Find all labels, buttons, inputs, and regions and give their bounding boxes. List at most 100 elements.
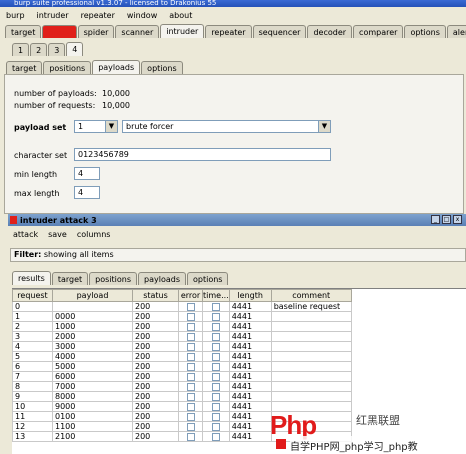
results-tab-payloads[interactable]: payloads [138,272,186,285]
menu-about[interactable]: about [163,11,198,20]
error-checkbox[interactable] [178,341,203,352]
intruder-tab-options[interactable]: options [141,61,183,74]
tab-alerts[interactable]: alerts [446,25,466,38]
column-header[interactable]: request [12,289,53,302]
checkbox[interactable] [186,392,195,401]
error-checkbox[interactable] [178,401,203,412]
checkbox[interactable] [186,432,195,441]
tab-spider[interactable]: spider [77,25,115,38]
table-row[interactable]: 8 7000 200 4441 [12,381,352,392]
intruder-tab-payloads[interactable]: payloads [92,60,141,74]
results-tab-target[interactable]: target [51,272,89,285]
checkbox[interactable] [211,402,220,411]
chevron-down-icon[interactable]: ▼ [318,121,330,132]
checkbox[interactable] [186,352,195,361]
attack-tab-4[interactable]: 4 [66,42,84,56]
checkbox[interactable] [211,342,220,351]
table-row[interactable]: 5 4000 200 4441 [12,351,352,362]
checkbox[interactable] [211,322,220,331]
table-row[interactable]: 9 8000 200 4441 [12,391,352,402]
table-row[interactable]: 6 5000 200 4441 [12,361,352,372]
error-checkbox[interactable] [178,321,203,332]
checkbox[interactable] [186,372,195,381]
timeout-checkbox[interactable] [202,341,230,352]
max-length-field[interactable]: 4 [74,186,100,199]
checkbox[interactable] [186,322,195,331]
timeout-checkbox[interactable] [202,361,230,372]
tab-target[interactable]: target [5,25,42,38]
min-length-field[interactable]: 4 [74,167,100,180]
intruder-tab-target[interactable]: target [6,61,43,74]
timeout-checkbox[interactable] [202,311,230,322]
column-header[interactable]: length [228,289,272,302]
tab-sequencer[interactable]: sequencer [252,25,307,38]
timeout-checkbox[interactable] [202,351,230,362]
error-checkbox[interactable] [178,411,203,422]
menu-window[interactable]: window [121,11,163,20]
error-checkbox[interactable] [178,381,203,392]
timeout-checkbox[interactable] [202,321,230,332]
error-checkbox[interactable] [178,301,203,312]
error-checkbox[interactable] [178,361,203,372]
tab-proxy[interactable]: proxy [42,25,77,38]
tab-options[interactable]: options [404,25,446,38]
filter-bar[interactable]: Filter: showing all items [10,248,466,262]
checkbox[interactable] [211,352,220,361]
checkbox[interactable] [211,392,220,401]
column-header[interactable]: payload [52,289,133,302]
timeout-checkbox[interactable] [202,301,230,312]
timeout-checkbox[interactable] [202,431,230,442]
tab-repeater[interactable]: repeater [205,25,252,38]
menu-save[interactable]: save [43,230,72,239]
checkbox[interactable] [186,412,195,421]
results-tab-options[interactable]: options [186,272,229,285]
timeout-checkbox[interactable] [202,391,230,402]
error-checkbox[interactable] [178,431,203,442]
column-header[interactable]: comment [270,289,352,302]
tab-comparer[interactable]: comparer [353,25,404,38]
checkbox[interactable] [211,382,220,391]
checkbox[interactable] [211,422,220,431]
checkbox[interactable] [186,402,195,411]
payload-set-select[interactable]: 1 ▼ [74,120,118,133]
menu-repeater[interactable]: repeater [75,11,121,20]
table-row[interactable]: 0 200 4441 baseline request [12,301,352,312]
checkbox[interactable] [186,312,195,321]
column-header[interactable]: status [132,289,179,302]
checkbox[interactable] [211,302,220,311]
checkbox[interactable] [186,302,195,311]
table-row[interactable]: 2 1000 200 4441 [12,321,352,332]
checkbox[interactable] [211,432,220,441]
checkbox[interactable] [211,412,220,421]
menu-columns[interactable]: columns [72,230,116,239]
checkbox[interactable] [211,332,220,341]
table-row[interactable]: 1 0000 200 4441 [12,311,352,322]
checkbox[interactable] [186,422,195,431]
tab-decoder[interactable]: decoder [307,25,353,38]
chevron-down-icon[interactable]: ▼ [105,121,117,132]
tab-intruder[interactable]: intruder [160,24,205,38]
error-checkbox[interactable] [178,331,203,342]
error-checkbox[interactable] [178,391,203,402]
timeout-checkbox[interactable] [202,411,230,422]
timeout-checkbox[interactable] [202,371,230,382]
timeout-checkbox[interactable] [202,401,230,412]
column-header[interactable]: error [178,289,203,302]
checkbox[interactable] [211,362,220,371]
timeout-checkbox[interactable] [202,421,230,432]
error-checkbox[interactable] [178,371,203,382]
menu-intruder[interactable]: intruder [31,11,75,20]
checkbox[interactable] [186,382,195,391]
menu-attack[interactable]: attack [8,230,43,239]
attack-tab-3[interactable]: 3 [48,43,66,56]
table-row[interactable]: 3 2000 200 4441 [12,331,352,342]
checkbox[interactable] [186,332,195,341]
close-icon[interactable]: x [453,215,462,224]
column-header[interactable]: time... [202,289,230,302]
intruder-tab-positions[interactable]: positions [43,61,92,74]
timeout-checkbox[interactable] [202,331,230,342]
checkbox[interactable] [186,362,195,371]
payload-type-select[interactable]: brute forcer ▼ [122,120,331,133]
minimize-icon[interactable]: _ [431,215,440,224]
table-row[interactable]: 7 6000 200 4441 [12,371,352,382]
